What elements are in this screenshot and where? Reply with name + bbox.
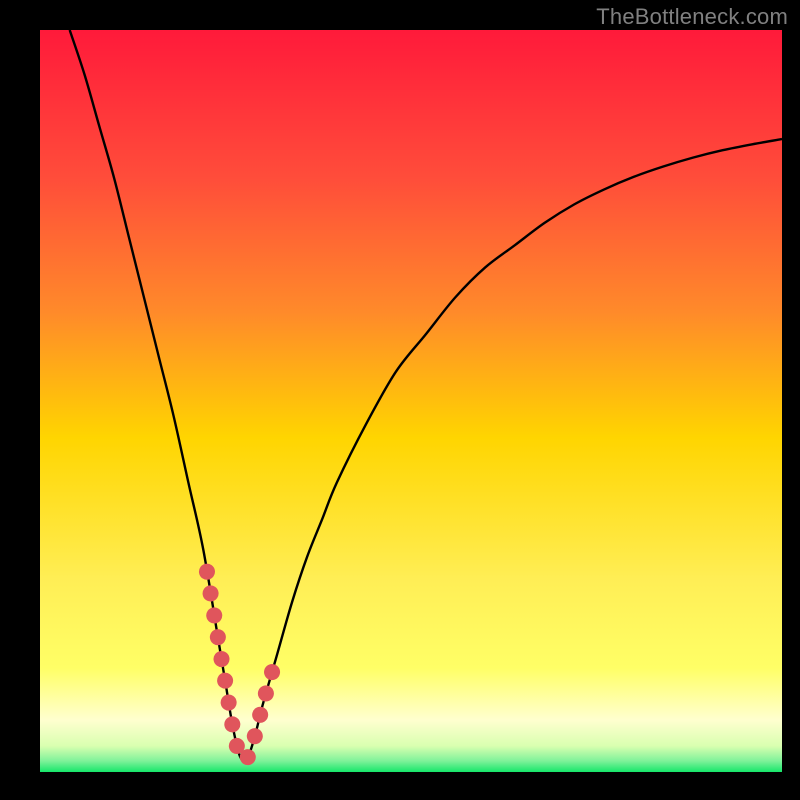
chart-frame: TheBottleneck.com xyxy=(0,0,800,800)
bottleneck-curve-chart xyxy=(0,0,800,800)
watermark-text: TheBottleneck.com xyxy=(596,4,788,30)
plot-background xyxy=(40,30,782,772)
